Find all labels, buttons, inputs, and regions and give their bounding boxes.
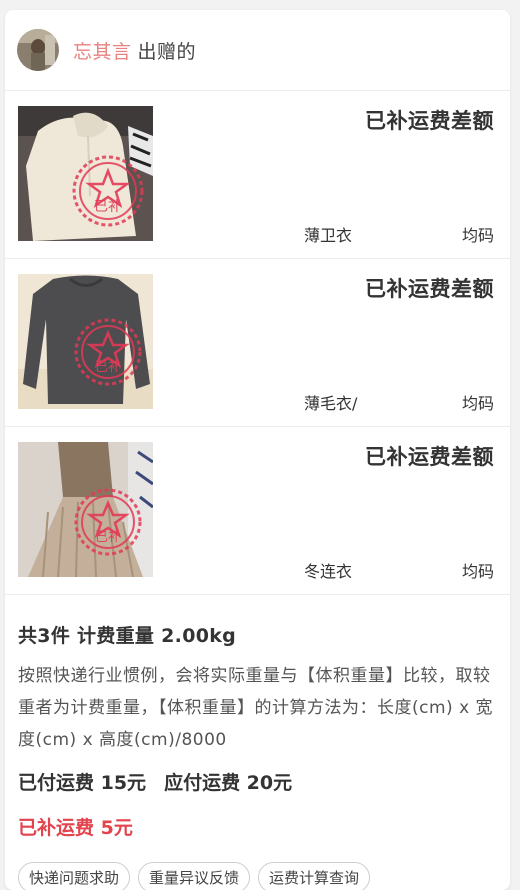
header-text: 忘其言 出赠的 — [73, 37, 196, 64]
item-name: 薄毛衣/ — [304, 394, 358, 413]
item-size: 均码 — [461, 562, 494, 581]
status-badge: 已补运费差额 — [365, 277, 494, 301]
list-item[interactable]: 已补 已补运费差额 薄毛衣/ 均码 — [5, 259, 510, 427]
header-action-label: 出赠的 — [137, 40, 197, 63]
stamp-label: 已补 — [95, 360, 121, 375]
item-size: 均码 — [461, 394, 494, 413]
status-badge: 已补运费差额 — [365, 445, 494, 469]
item-photo[interactable]: 已补 — [18, 106, 153, 241]
item-size: 均码 — [461, 226, 494, 245]
card-header: 忘其言 出赠的 — [5, 10, 510, 91]
list-item[interactable]: 已补 已补运费差额 薄卫衣 均码 — [5, 91, 510, 259]
shipping-card: 忘其言 出赠的 已补 已补运费差额 薄卫衣 均码 已补 已补运费差额 薄毛衣/ … — [5, 10, 510, 890]
stamp-label: 已补 — [94, 199, 122, 215]
item-photo[interactable]: 已补 — [18, 274, 153, 409]
list-item[interactable]: 已补 已补运费差额 冬连衣 均码 — [5, 427, 510, 595]
shipping-summary: 共3件 计费重量 2.00kg 按照快递行业惯例，会将实际重量与【体积重量】比较… — [5, 595, 510, 890]
payable-fee: 应付运费 20元 — [164, 772, 293, 794]
avatar[interactable] — [17, 29, 59, 71]
weight-dispute-button[interactable]: 重量异议反馈 — [138, 862, 251, 890]
fee-lookup-button[interactable]: 运费计算查询 — [258, 862, 371, 890]
paid-fee: 已付运费 15元 — [18, 772, 147, 794]
username-link[interactable]: 忘其言 — [73, 41, 132, 63]
summary-title: 共3件 计费重量 2.00kg — [18, 625, 237, 647]
stamp-label: 已补 — [95, 530, 121, 545]
weight-rule-description: 按照快递行业惯例，会将实际重量与【体积重量】比较，取较重者为计费重量，【体积重量… — [18, 666, 494, 750]
item-name: 冬连衣 — [304, 562, 353, 581]
courier-help-button[interactable]: 快递问题求助 — [18, 862, 131, 890]
status-badge: 已补运费差额 — [365, 109, 494, 133]
fee-line: 已付运费 15元 应付运费 20元 — [18, 768, 497, 795]
item-name: 薄卫衣 — [304, 226, 353, 245]
action-chips: 快递问题求助 重量异议反馈 运费计算查询 — [18, 862, 497, 890]
item-photo[interactable]: 已补 — [18, 442, 153, 577]
extra-fee: 已补运费 5元 — [18, 817, 133, 839]
